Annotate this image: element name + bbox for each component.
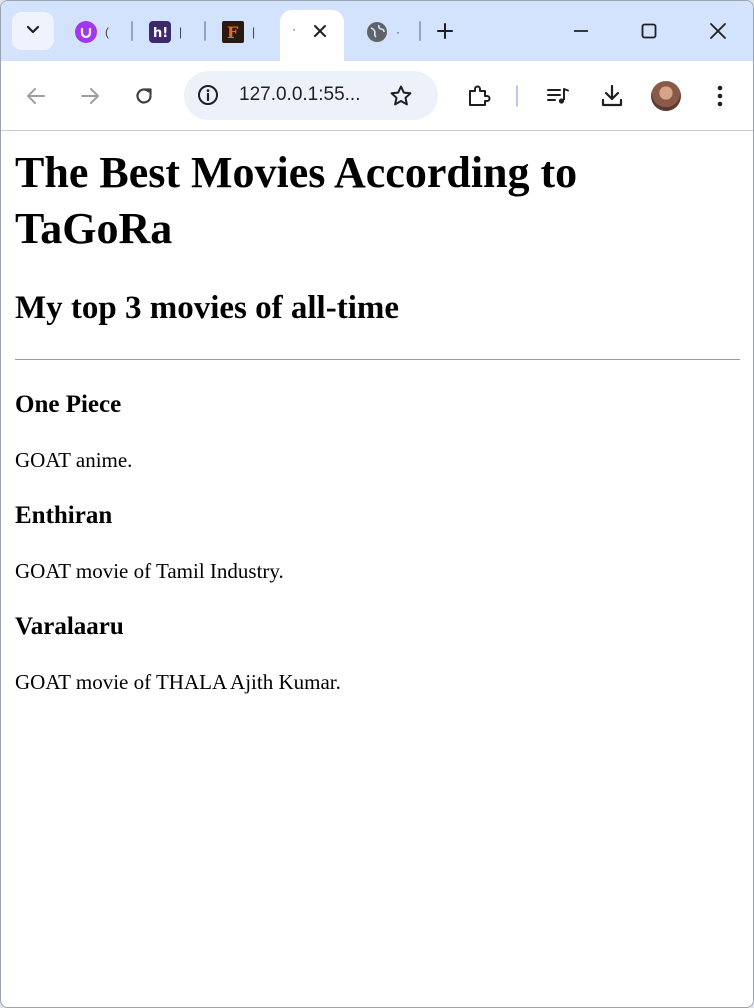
svg-text:h!: h! — [153, 26, 168, 41]
address-bar[interactable]: 127.0.0.1:55... — [184, 71, 438, 120]
maximize-button[interactable] — [626, 15, 672, 47]
tab-label: | — [179, 25, 183, 39]
page-title: The Best Movies According to TaGoRa — [15, 148, 578, 253]
toolbar-separator — [516, 85, 518, 107]
globe-icon — [366, 21, 388, 43]
close-window-button[interactable] — [695, 15, 741, 47]
downloads-button[interactable] — [599, 83, 625, 109]
tab-separator — [131, 21, 133, 41]
movie-entry: Enthiran GOAT movie of Tamil Industry. — [15, 501, 739, 584]
tab-label: · — [396, 25, 400, 39]
tab-separator — [204, 21, 206, 41]
tab-label: ( — [105, 25, 109, 39]
bookmark-star-icon[interactable] — [388, 83, 414, 109]
extensions-button[interactable] — [466, 83, 492, 109]
svg-text:F: F — [227, 23, 239, 42]
download-icon — [601, 84, 623, 107]
profile-avatar[interactable] — [651, 81, 681, 111]
tab-strip: ( h! | F | · · — [1, 1, 753, 61]
forward-button[interactable] — [77, 83, 103, 109]
tab-active[interactable]: · — [280, 10, 344, 61]
tab-label: | — [252, 25, 256, 39]
minimize-icon — [574, 30, 588, 32]
page-content: The Best Movies According to TaGoRa My t… — [1, 132, 753, 1007]
movie-description: GOAT movie of Tamil Industry. — [15, 559, 284, 583]
tab-hbang[interactable]: h! | — [149, 11, 195, 53]
tab-f[interactable]: F | — [222, 11, 268, 53]
divider — [15, 359, 740, 360]
playlist-music-icon — [547, 88, 569, 104]
close-tab-button[interactable] — [310, 21, 330, 41]
tab-separator — [419, 21, 421, 41]
close-icon — [710, 23, 726, 39]
chevron-down-icon — [25, 21, 41, 42]
minimize-button[interactable] — [558, 15, 604, 47]
close-icon — [314, 25, 326, 37]
movie-title: Enthiran — [15, 502, 113, 529]
tab-udemy[interactable]: ( — [75, 11, 121, 53]
movie-description: GOAT movie of THALA Ajith Kumar. — [15, 670, 341, 694]
puzzle-icon — [469, 85, 491, 106]
udemy-u-icon — [75, 21, 97, 43]
movie-entry: One Piece GOAT anime. — [15, 390, 739, 473]
movie-entry: Varalaaru GOAT movie of THALA Ajith Kuma… — [15, 612, 739, 695]
page-subtitle: My top 3 movies of all-time — [15, 290, 399, 326]
movie-title: One Piece — [15, 391, 122, 418]
movie-title: Varalaaru — [15, 613, 124, 640]
maximize-icon — [641, 23, 657, 39]
tab-search-button[interactable] — [12, 12, 54, 50]
browser-toolbar: 127.0.0.1:55... — [1, 61, 753, 131]
menu-button[interactable] — [707, 83, 733, 109]
url-text[interactable]: 127.0.0.1:55... — [239, 84, 361, 106]
reload-icon — [136, 88, 152, 104]
movie-description: GOAT anime. — [15, 448, 133, 472]
new-tab-button[interactable] — [433, 19, 457, 43]
tab-label: · — [292, 22, 296, 36]
browser-window: ( h! | F | · · 127.0.0.1:55... The Best … — [0, 0, 754, 1008]
media-controls-button[interactable] — [545, 83, 571, 109]
back-button[interactable] — [23, 83, 49, 109]
plus-icon — [437, 23, 453, 39]
h-bang-icon: h! — [149, 21, 171, 43]
f-letter-icon: F — [222, 21, 244, 43]
tab-globe[interactable]: · — [366, 11, 412, 53]
more-vertical-icon — [717, 85, 723, 107]
site-info-icon[interactable] — [196, 83, 220, 107]
reload-button[interactable] — [131, 83, 157, 109]
arrow-right-icon — [81, 88, 99, 104]
arrow-left-icon — [27, 88, 45, 104]
